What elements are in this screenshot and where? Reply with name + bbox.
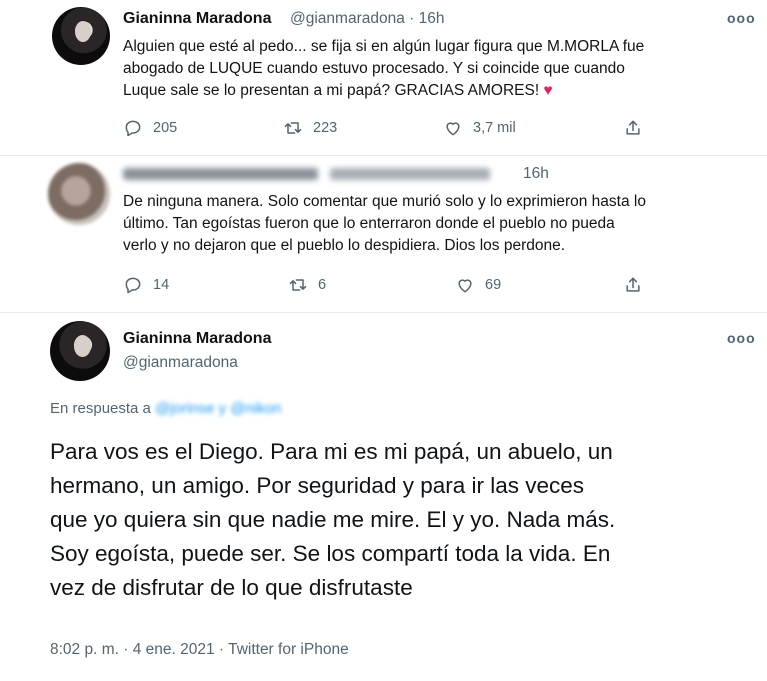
reply-icon (125, 120, 141, 137)
more-icon[interactable]: ooo (727, 10, 756, 26)
author-name[interactable]: Gianinna Maradona (123, 330, 271, 348)
like-button[interactable]: 69 (455, 275, 501, 295)
tweet-text-line: Para vos es el Diego. Para mi es mi papá… (50, 439, 613, 464)
tweet-text-line: último. Tan egoístas fueron que lo enter… (123, 215, 615, 232)
reply-handles[interactable]: @jorinse y @nikon (155, 400, 281, 417)
tweet-text-line: Luque sale se lo presentan a mi papá? GR… (123, 80, 753, 102)
retweet-icon (289, 279, 307, 291)
like-icon (446, 122, 460, 136)
divider (0, 155, 767, 156)
tweet-text-line: Luque sale se lo presentan a mi papá? GR… (123, 82, 544, 99)
author-name[interactable]: Gianinna Maradona (123, 10, 271, 28)
reply-context: En respuesta a @jorinse y @nikon (50, 400, 281, 417)
share-icon (626, 277, 640, 292)
tweet-text-line: verlo y no dejaron que el pueblo lo desp… (123, 237, 566, 254)
like-count: 69 (485, 277, 502, 293)
retweet-count: 223 (313, 120, 338, 136)
tweet-text-line: vez de disfrutar de lo que disfrutaste (50, 575, 413, 600)
reply-button[interactable]: 14 (123, 275, 169, 295)
tweet-text: De ninguna manera. Solo comentar que mur… (123, 191, 753, 257)
tweet-text: Alguien que esté al pedo... se fija si e… (123, 36, 753, 102)
reply-prefix: En respuesta a (50, 400, 156, 417)
reply-button[interactable]: 205 (123, 118, 177, 138)
tweet-text: Para vos es el Diego. Para mi es mi papá… (50, 435, 750, 605)
author-handle-time[interactable]: @gianmaradona · 16h (290, 10, 444, 28)
tweet-text-line: De ninguna manera. Solo comentar que mur… (123, 193, 646, 210)
tweet-text-line: Soy egoísta, puede ser. Se los compartí … (50, 541, 611, 566)
divider (0, 312, 767, 313)
reply-count: 205 (153, 120, 178, 136)
author-handle[interactable]: @gianmaradona (123, 354, 238, 372)
tweet-timestamp[interactable]: 8:02 p. m. · 4 ene. 2021 · Twitter for i… (50, 641, 349, 659)
tweet-text-line: que yo quiera sin que nadie me mire. El … (50, 507, 616, 532)
like-button[interactable]: 3,7 mil (443, 118, 516, 138)
retweet-button[interactable]: 223 (283, 118, 337, 138)
tweet-time[interactable]: 16h (523, 165, 549, 183)
reply-count: 14 (153, 277, 170, 293)
retweet-button[interactable]: 6 (288, 275, 326, 295)
avatar[interactable] (52, 7, 110, 65)
share-button[interactable] (623, 118, 643, 138)
blurred-author-handle (330, 168, 490, 180)
more-icon[interactable]: ooo (727, 330, 756, 346)
tweet-text-line: abogado de LUQUE cuando estuvo procesado… (123, 60, 625, 77)
like-count: 3,7 mil (473, 120, 516, 136)
share-button[interactable] (623, 275, 643, 295)
retweet-icon (284, 122, 302, 134)
tweet-text-line: Alguien que esté al pedo... se fija si e… (123, 38, 645, 55)
tweet-text-line: hermano, un amigo. Por seguridad y para … (50, 473, 585, 498)
reply-icon (125, 277, 141, 294)
avatar[interactable] (48, 163, 110, 225)
blurred-author-name (123, 168, 318, 180)
avatar[interactable] (50, 321, 110, 381)
heart-emoji: ♥ (543, 82, 553, 99)
like-icon (458, 279, 472, 293)
share-icon (626, 120, 640, 135)
retweet-count: 6 (318, 277, 327, 293)
